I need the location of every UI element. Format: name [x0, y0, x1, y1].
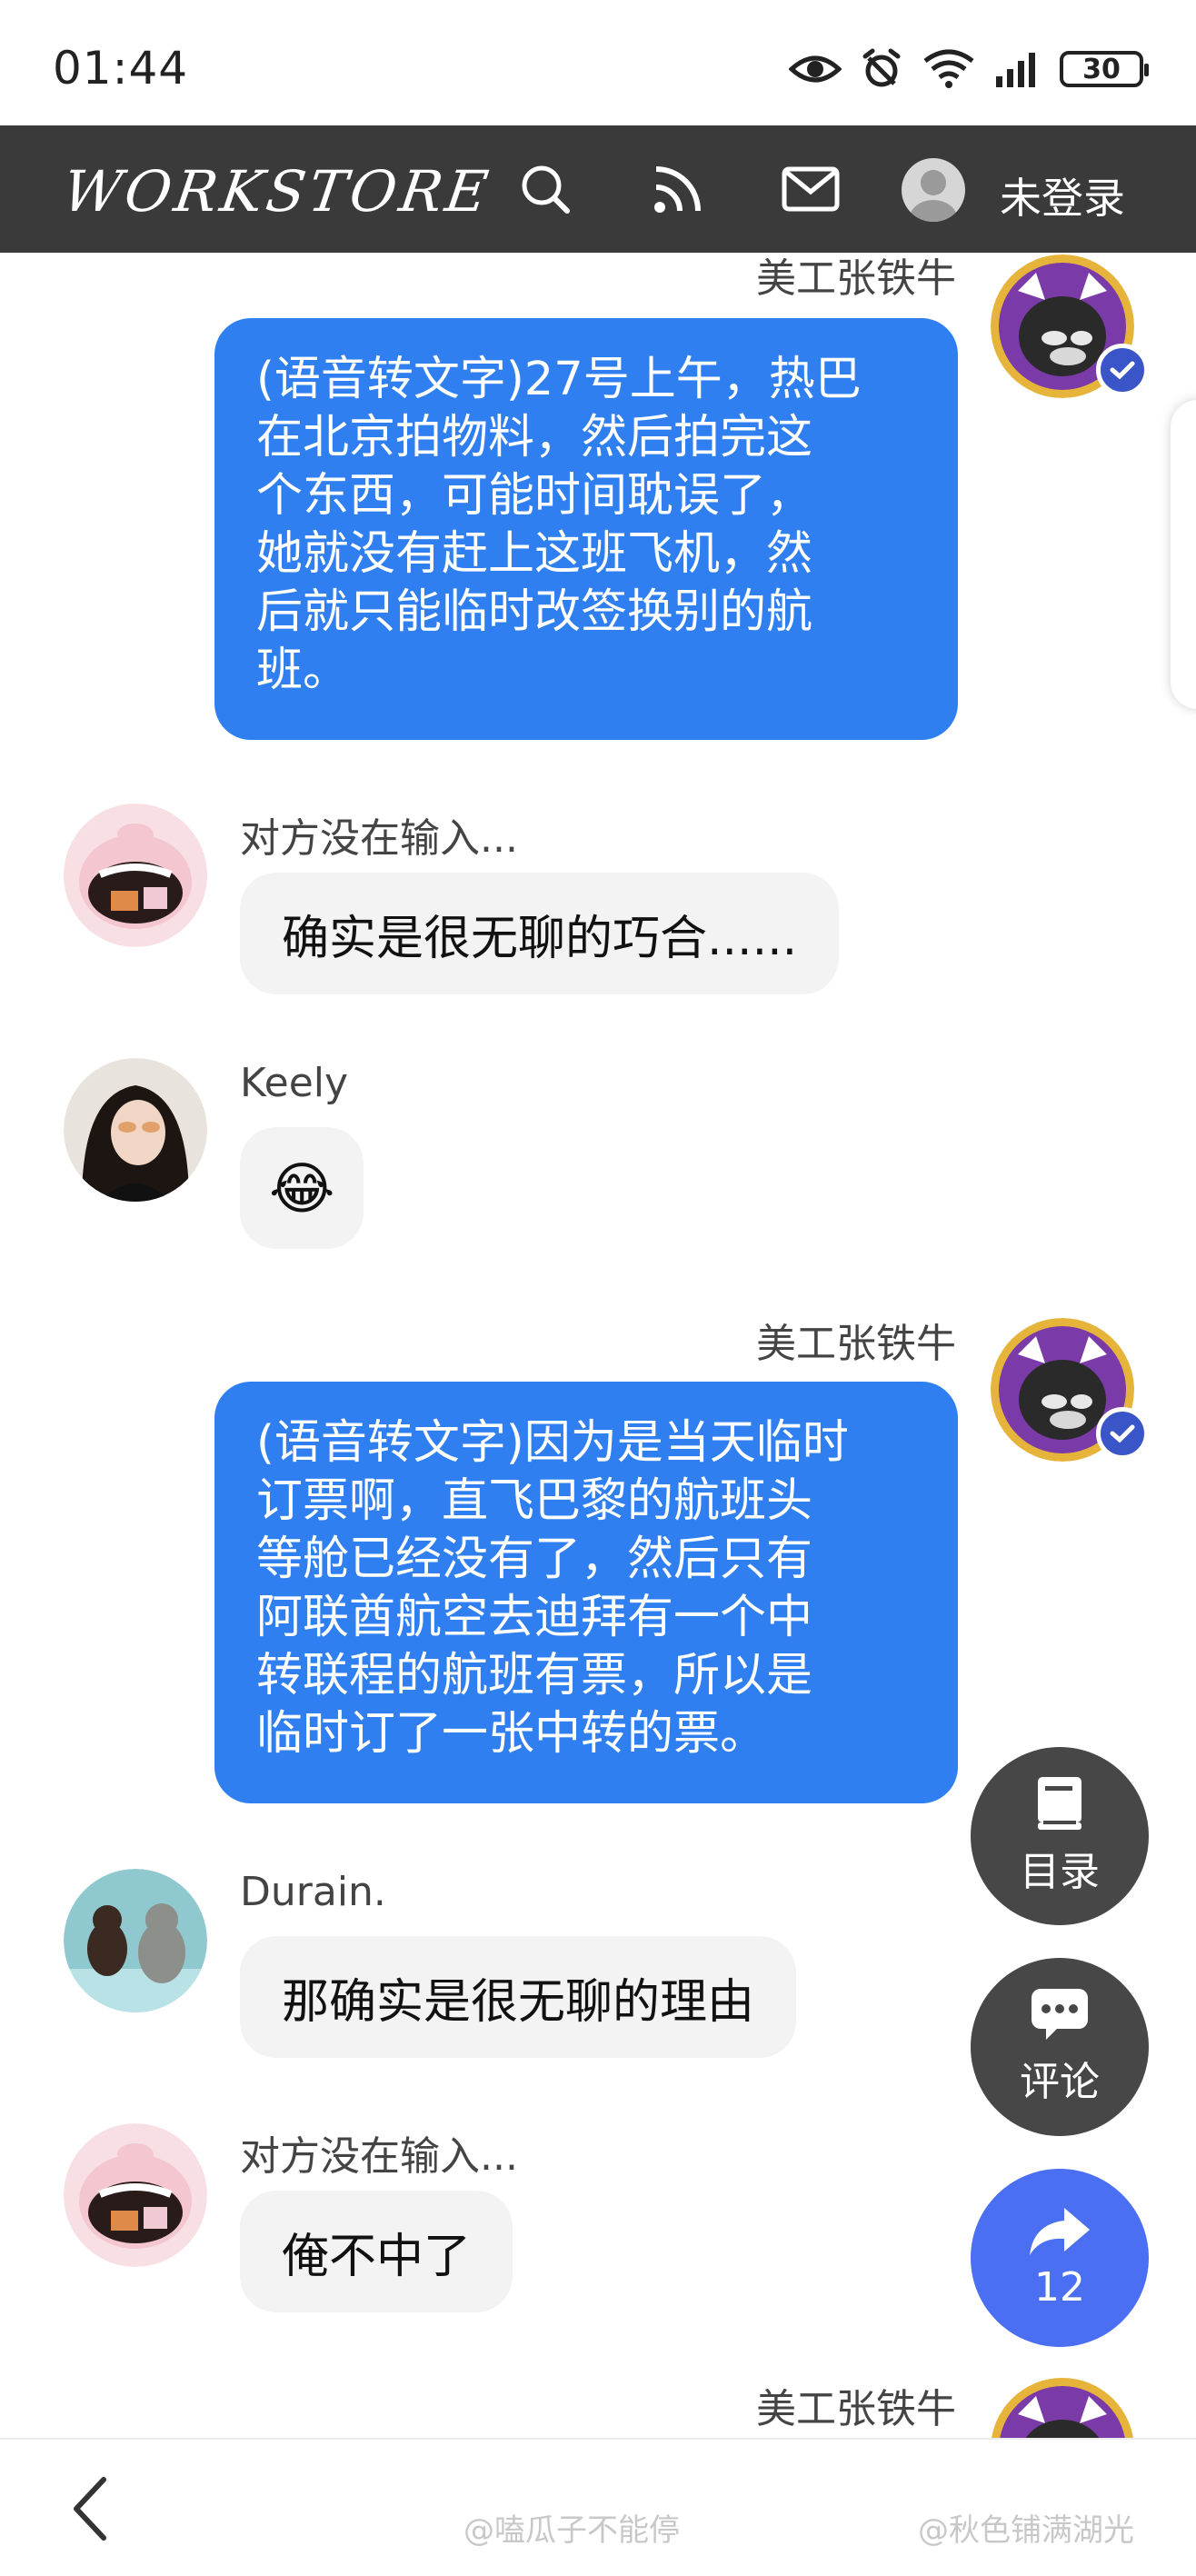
message-bubble: 😂 — [240, 1127, 364, 1249]
eye-icon — [789, 55, 842, 83]
avatar[interactable] — [991, 2378, 1134, 2438]
avatar[interactable] — [64, 1058, 207, 1202]
rss-icon[interactable] — [649, 160, 707, 218]
side-drawer-handle[interactable] — [1171, 400, 1196, 709]
status-bar: 01:44 30 — [0, 0, 1196, 125]
top-nav-bar: WORKSTORE 未登录 — [0, 125, 1196, 253]
back-button[interactable] — [64, 2474, 118, 2543]
alarm-icon — [862, 48, 901, 87]
avatar[interactable] — [64, 2123, 207, 2267]
verified-icon — [1096, 1407, 1149, 1460]
share-count: 12 — [1034, 2263, 1085, 2311]
user-avatar[interactable] — [902, 158, 965, 222]
avatar[interactable] — [64, 804, 207, 947]
sender-name: Keely — [240, 1060, 349, 1106]
status-time: 01:44 — [53, 42, 189, 95]
status-icons: 30 — [789, 42, 1149, 96]
message-bubble: 俺不中了 — [240, 2191, 513, 2312]
login-link[interactable]: 未登录 — [1000, 165, 1125, 225]
message-line: 订票啊，直飞巴黎的航班头 — [256, 1474, 813, 1528]
sender-name: 对方没在输入... — [240, 815, 518, 862]
message-line: 临时订了一张中转的票。 — [256, 1707, 767, 1761]
message-line: 阿联酋航空去迪拜有一个中 — [256, 1591, 813, 1644]
workstore-logo[interactable]: WORKSTORE — [59, 158, 495, 225]
message-bubble: 确实是很无聊的巧合...... — [240, 873, 840, 994]
back-icon — [74, 2477, 106, 2541]
bottom-bar: @嗑瓜子不能停 @秋色铺满湖光 — [0, 2438, 1196, 2576]
message-line: 班。 — [256, 644, 350, 697]
message-line: 个东西，可能时间耽误了， — [256, 469, 813, 523]
share-button[interactable]: 12 — [971, 2169, 1149, 2347]
battery-indicator: 30 — [1060, 51, 1149, 87]
watermark: @嗑瓜子不能停 — [463, 2512, 680, 2549]
comment-label: 评论 — [1020, 2059, 1100, 2105]
message-bubble: (语音转文字)27号上午，热巴 在北京拍物料，然后拍完这 个东西，可能时间耽误了… — [214, 318, 958, 740]
catalog-label: 目录 — [1020, 1849, 1100, 1895]
message-line: 她就没有赶上这班飞机，然 — [256, 527, 813, 581]
mail-icon[interactable] — [782, 160, 840, 218]
search-icon[interactable] — [516, 160, 574, 218]
catalog-button[interactable]: 目录 — [971, 1747, 1149, 1925]
sender-name: 美工张铁牛 — [756, 1321, 956, 1367]
message-line: 转联程的航班有票，所以是 — [256, 1649, 813, 1702]
sender-name: 美工张铁牛 — [756, 2386, 956, 2432]
message-line: (语音转文字)因为是当天临时 — [256, 1416, 849, 1470]
message-bubble: 那确实是很无聊的理由 — [240, 1936, 797, 2058]
message-line: 等舱已经没有了，然后只有 — [256, 1533, 813, 1586]
verified-icon — [1096, 344, 1149, 396]
sender-name: Durain. — [240, 1869, 386, 1915]
chat-icon — [1032, 1989, 1088, 2040]
message-line: 在北京拍物料，然后拍完这 — [256, 411, 813, 464]
message-line: (语音转文字)27号上午，热巴 — [256, 353, 862, 406]
comment-button[interactable]: 评论 — [971, 1958, 1149, 2136]
message-bubble: (语音转文字)因为是当天临时 订票啊，直飞巴黎的航班头 等舱已经没有了，然后只有… — [214, 1382, 958, 1803]
sender-name: 美工张铁牛 — [756, 255, 956, 302]
avatar[interactable] — [64, 1869, 207, 2012]
watermark: @秋色铺满湖光 — [918, 2512, 1134, 2549]
wifi-icon — [923, 49, 974, 88]
sender-name: 对方没在输入... — [240, 2133, 518, 2180]
share-arrow-icon — [1030, 2207, 1090, 2255]
message-line: 后就只能临时改签换别的航 — [256, 585, 813, 639]
signal-icon — [996, 53, 1035, 87]
book-icon — [1038, 1777, 1081, 1830]
